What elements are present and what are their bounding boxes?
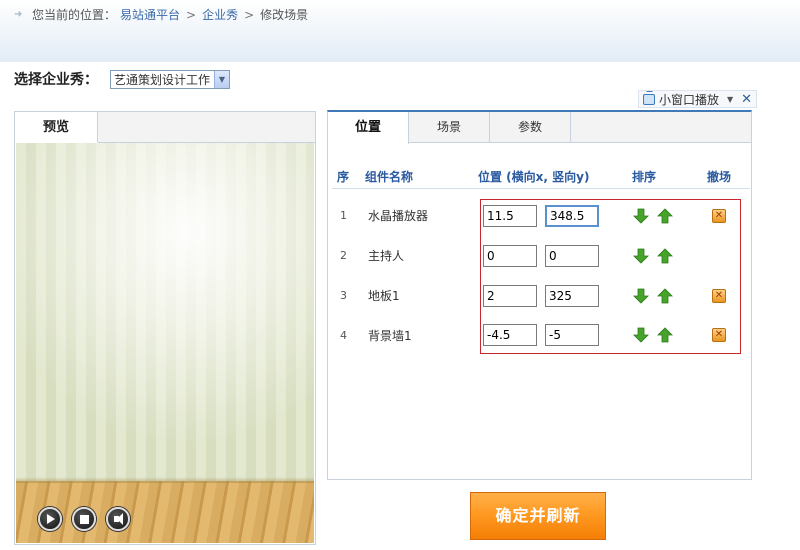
tab-scene[interactable]: 场景 <box>409 112 490 143</box>
column-header-order: 排序 <box>632 170 657 184</box>
tab-position[interactable]: 位置 <box>328 112 409 144</box>
showcase-select-row: 选择企业秀： 艺通策划设计工作 ▼ <box>14 69 230 89</box>
showcase-select-value: 艺通策划设计工作 <box>114 72 211 87</box>
breadcrumb-item-platform[interactable]: 易站通平台 <box>120 6 180 23</box>
editor-panel: 位置 场景 参数 序 组件名称 位置 (横向x, 竖向y) 排序 撤场 1 水晶… <box>327 110 752 480</box>
mini-player-toggle[interactable]: 小窗口播放 ▼ ✕ <box>638 90 758 108</box>
arrow-up-icon[interactable] <box>657 248 673 264</box>
row-2-x-input[interactable] <box>483 245 537 267</box>
row-2-index: 2 <box>340 249 347 262</box>
row-4-x-input[interactable] <box>483 324 537 346</box>
showcase-select[interactable]: 艺通策划设计工作 ▼ <box>110 69 230 89</box>
arrow-up-icon[interactable] <box>657 208 673 224</box>
column-header-remove: 撤场 <box>707 170 732 184</box>
breadcrumb-item-current: 修改场景 <box>260 8 309 22</box>
location-arrow-icon: ➜ <box>14 8 23 20</box>
play-icon <box>47 514 55 524</box>
volume-icon <box>114 513 123 525</box>
chevron-down-icon[interactable]: ▼ <box>214 70 229 88</box>
preview-panel: 预览 <box>14 111 316 545</box>
row-1-index: 1 <box>340 209 347 222</box>
arrow-down-icon[interactable] <box>633 327 649 343</box>
row-4-y-input[interactable] <box>545 324 599 346</box>
row-3-index: 3 <box>340 289 347 302</box>
row-4-index: 4 <box>340 329 347 342</box>
confirm-refresh-button[interactable]: 确定并刷新 <box>470 492 606 540</box>
breadcrumb-separator: > <box>186 7 197 22</box>
tab-preview[interactable]: 预览 <box>15 112 98 143</box>
column-header-name: 组件名称 <box>365 170 414 184</box>
top-bar: ➜ 您当前的位置： 易站通平台 > 企业秀 > 修改场景 <box>0 0 800 62</box>
player-controls <box>38 507 130 531</box>
tv-icon <box>643 93 655 105</box>
row-2-name: 主持人 <box>368 249 405 263</box>
editor-tab-bar: 位置 场景 参数 <box>328 112 751 144</box>
row-1-y-input[interactable] <box>545 205 599 227</box>
row-2-y-input[interactable] <box>545 245 599 267</box>
mini-player-label: 小窗口播放 <box>659 92 720 107</box>
row-3-name: 地板1 <box>368 289 400 303</box>
tab-params[interactable]: 参数 <box>490 112 571 143</box>
breadcrumb-separator: > <box>244 7 255 22</box>
row-1-name: 水晶播放器 <box>368 209 429 223</box>
breadcrumb: ➜ 您当前的位置： 易站通平台 > 企业秀 > 修改场景 <box>14 6 308 23</box>
preview-stage <box>16 143 314 543</box>
row-3-x-input[interactable] <box>483 285 537 307</box>
header-divider <box>332 188 750 189</box>
stage-light <box>16 143 314 483</box>
arrow-up-icon[interactable] <box>657 327 673 343</box>
breadcrumb-prefix: 您当前的位置： <box>32 8 117 22</box>
breadcrumb-item-showcase[interactable]: 企业秀 <box>202 6 238 23</box>
remove-icon[interactable]: ✕ <box>712 328 726 342</box>
preview-tab-bar: 预览 <box>15 112 315 143</box>
arrow-down-icon[interactable] <box>633 248 649 264</box>
remove-icon[interactable]: ✕ <box>712 289 726 303</box>
close-icon[interactable]: ✕ <box>741 92 752 107</box>
column-header-position: 位置 (横向x, 竖向y) <box>478 170 590 184</box>
row-4-name: 背景墙1 <box>368 329 412 343</box>
stop-icon <box>79 514 89 524</box>
arrow-up-icon[interactable] <box>657 288 673 304</box>
stop-button[interactable] <box>72 507 96 531</box>
arrow-down-icon[interactable] <box>633 208 649 224</box>
arrow-down-icon[interactable] <box>633 288 649 304</box>
play-button[interactable] <box>38 507 62 531</box>
volume-button[interactable] <box>106 507 130 531</box>
caret-down-icon[interactable]: ▼ <box>727 95 733 104</box>
remove-icon[interactable]: ✕ <box>712 209 726 223</box>
showcase-select-label: 选择企业秀： <box>14 72 98 88</box>
row-3-y-input[interactable] <box>545 285 599 307</box>
row-1-x-input[interactable] <box>483 205 537 227</box>
column-header-index: 序 <box>337 170 350 184</box>
